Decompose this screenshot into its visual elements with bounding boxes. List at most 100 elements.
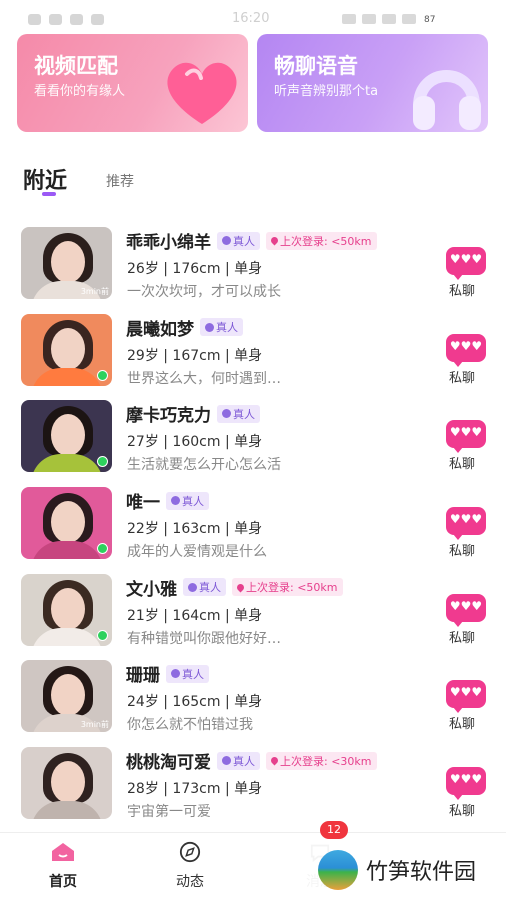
unread-count-badge: 12 bbox=[320, 821, 348, 839]
private-chat-button[interactable]: ♥♥♥ 私聊 bbox=[446, 247, 486, 303]
verified-icon bbox=[222, 756, 231, 766]
home-icon bbox=[52, 843, 74, 861]
verified-icon bbox=[171, 669, 180, 679]
online-indicator bbox=[97, 543, 108, 555]
tab-bar: 附近 推荐 bbox=[0, 160, 506, 200]
last-active-label: 3min前 bbox=[80, 287, 109, 296]
last-active-label: 3min前 bbox=[80, 720, 109, 730]
tab-recommend[interactable]: 推荐 bbox=[106, 171, 134, 191]
headphone-icon bbox=[413, 70, 481, 130]
user-row[interactable]: 3min前 乖乖小绵羊 真人 上次登录: <50km 26岁 | 176cm |… bbox=[0, 220, 506, 307]
user-info: 26岁 | 176cm | 单身 bbox=[127, 261, 263, 277]
verified-icon bbox=[205, 322, 214, 332]
user-info: 21岁 | 164cm | 单身 bbox=[127, 607, 263, 624]
tab-active-indicator bbox=[42, 192, 56, 196]
avatar[interactable] bbox=[21, 400, 112, 473]
chat-bubble-icon: ♥♥♥ bbox=[446, 247, 486, 280]
signal-icons bbox=[342, 14, 416, 24]
verified-icon bbox=[171, 496, 180, 506]
user-info: 22岁 | 163cm | 单身 bbox=[127, 521, 263, 538]
user-bio: 一次次坎坷，才可以成长 bbox=[127, 284, 281, 300]
chat-bubble-icon: ♥♥♥ bbox=[446, 507, 486, 541]
user-row[interactable]: 唯一 真人 22岁 | 163cm | 单身 成年的人爱情观是什么 ♥♥♥ 私聊 bbox=[0, 480, 506, 567]
user-row[interactable]: 桃桃淘可爱 真人 上次登录: <30km 28岁 | 173cm | 单身 宇宙… bbox=[0, 740, 506, 827]
battery-level: 87 bbox=[424, 15, 436, 25]
avatar[interactable]: 3min前 bbox=[21, 227, 112, 299]
user-bio: 宇宙第一可爱 bbox=[127, 804, 211, 821]
user-list: 3min前 乖乖小绵羊 真人 上次登录: <50km 26岁 | 176cm |… bbox=[0, 220, 506, 827]
private-chat-button[interactable]: ♥♥♥ 私聊 bbox=[446, 333, 486, 390]
tab-nearby[interactable]: 附近 bbox=[23, 163, 67, 195]
watermark-text: 竹笋软件园 bbox=[366, 860, 477, 885]
distance-badge: 上次登录: <30km bbox=[266, 751, 377, 770]
location-icon bbox=[269, 755, 280, 766]
banner-title: 视频匹配 bbox=[34, 54, 118, 78]
chat-bubble-icon: ♥♥♥ bbox=[446, 767, 486, 801]
heart-icon bbox=[167, 62, 237, 124]
watermark: 竹笋软件园 bbox=[306, 842, 506, 898]
location-icon bbox=[269, 235, 280, 246]
watermark-logo-icon bbox=[318, 850, 358, 890]
banner-subtitle: 看看你的有缘人 bbox=[34, 84, 126, 99]
nav-home[interactable]: 首页 bbox=[33, 841, 93, 891]
verified-icon bbox=[222, 236, 231, 245]
verified-badge: 真人 bbox=[217, 231, 260, 250]
verified-badge: 真人 bbox=[166, 491, 209, 510]
online-indicator bbox=[97, 629, 108, 641]
verified-icon bbox=[188, 582, 197, 592]
verified-badge: 真人 bbox=[217, 751, 260, 770]
user-name: 文小雅 bbox=[126, 579, 177, 600]
private-chat-button[interactable]: ♥♥♥ 私聊 bbox=[446, 767, 486, 823]
verified-icon bbox=[222, 409, 231, 419]
online-indicator bbox=[97, 456, 108, 468]
user-bio: 有种错觉叫你跟他好好… bbox=[127, 630, 281, 647]
private-chat-button[interactable]: ♥♥♥ 私聊 bbox=[446, 680, 486, 736]
user-bio: 生活就要怎么开心怎么活 bbox=[127, 457, 281, 474]
user-name: 晨曦如梦 bbox=[126, 319, 194, 340]
voice-chat-banner[interactable]: 畅聊语音 听声音辨别那个ta bbox=[257, 34, 488, 132]
user-bio: 成年的人爱情观是什么 bbox=[127, 544, 267, 561]
user-info: 29岁 | 167cm | 单身 bbox=[127, 347, 263, 364]
private-chat-button[interactable]: ♥♥♥ 私聊 bbox=[446, 593, 486, 650]
banner-subtitle: 听声音辨别那个ta bbox=[274, 84, 379, 99]
chat-bubble-icon: ♥♥♥ bbox=[446, 420, 486, 454]
user-info: 24岁 | 165cm | 单身 bbox=[127, 694, 263, 711]
status-bar: 16:20 87 bbox=[0, 0, 506, 30]
user-name: 乖乖小绵羊 bbox=[126, 233, 211, 253]
avatar[interactable] bbox=[21, 573, 112, 646]
location-icon bbox=[235, 582, 246, 593]
user-name: 桃桃淘可爱 bbox=[126, 753, 211, 774]
user-name: 珊珊 bbox=[126, 666, 160, 687]
private-chat-button[interactable]: ♥♥♥ 私聊 bbox=[446, 507, 486, 563]
user-bio: 世界这么大，何时遇到… bbox=[127, 370, 281, 387]
nav-moments[interactable]: 动态 bbox=[160, 841, 220, 891]
user-info: 27岁 | 160cm | 单身 bbox=[127, 434, 263, 451]
user-row[interactable]: 摩卡巧克力 真人 27岁 | 160cm | 单身 生活就要怎么开心怎么活 ♥♥… bbox=[0, 393, 506, 480]
verified-badge: 真人 bbox=[200, 318, 243, 337]
avatar[interactable] bbox=[21, 313, 112, 386]
chat-bubble-icon: ♥♥♥ bbox=[446, 333, 486, 367]
user-bio: 你怎么就不怕错过我 bbox=[127, 717, 253, 734]
status-time: 16:20 bbox=[232, 11, 270, 26]
compass-icon bbox=[179, 841, 201, 863]
user-row[interactable]: 文小雅 真人 上次登录: <50km 21岁 | 164cm | 单身 有种错觉… bbox=[0, 567, 506, 654]
private-chat-button[interactable]: ♥♥♥ 私聊 bbox=[446, 420, 486, 476]
chat-bubble-icon: ♥♥♥ bbox=[446, 680, 486, 714]
verified-badge: 真人 bbox=[217, 404, 260, 423]
avatar[interactable]: 3min前 bbox=[21, 660, 112, 733]
distance-badge: 上次登录: <50km bbox=[266, 231, 377, 250]
video-match-banner[interactable]: 视频匹配 看看你的有缘人 bbox=[17, 34, 248, 132]
online-indicator bbox=[97, 369, 108, 381]
user-row[interactable]: 3min前 珊珊 真人 24岁 | 165cm | 单身 你怎么就不怕错过我 ♥… bbox=[0, 653, 506, 740]
verified-badge: 真人 bbox=[183, 578, 226, 597]
user-row[interactable]: 晨曦如梦 真人 29岁 | 167cm | 单身 世界这么大，何时遇到… ♥♥♥… bbox=[0, 307, 506, 394]
verified-badge: 真人 bbox=[166, 664, 209, 683]
banner-title: 畅聊语音 bbox=[274, 54, 358, 78]
avatar[interactable] bbox=[21, 747, 112, 820]
chat-bubble-icon: ♥♥♥ bbox=[446, 593, 486, 627]
user-name: 摩卡巧克力 bbox=[126, 406, 211, 427]
distance-badge: 上次登录: <50km bbox=[232, 578, 343, 597]
avatar[interactable] bbox=[21, 487, 112, 560]
user-info: 28岁 | 173cm | 单身 bbox=[127, 781, 263, 798]
user-name: 唯一 bbox=[126, 493, 160, 514]
